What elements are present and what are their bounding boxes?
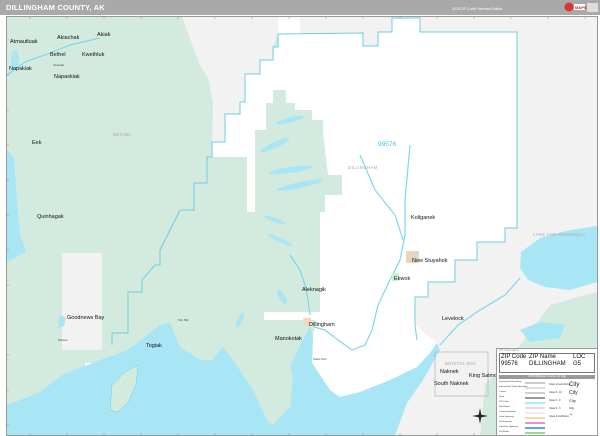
legend-item-label: County Highways: [499, 411, 517, 413]
legend-item-label: County: [499, 391, 506, 393]
city-label[interactable]: Naknek: [440, 369, 459, 375]
legend-class: Class 5 - 6 City: [549, 406, 574, 410]
city-label[interactable]: Bethel: [50, 52, 66, 58]
city-label[interactable]: New Stuyahok: [412, 258, 448, 264]
city-label[interactable]: Togiak: [146, 343, 162, 349]
city-label[interactable]: Koliganek: [411, 215, 435, 221]
legend-item: County: [499, 391, 547, 395]
legend-caption: ZIP Code Legend: [499, 349, 519, 352]
legend-swatch: [525, 402, 545, 404]
place-platinum: Platinum: [58, 339, 68, 342]
legend-class: Class 4 and Below City: [549, 414, 573, 418]
legend-swatch: [525, 432, 545, 434]
market-maps-logo: MAPS: [564, 2, 598, 12]
zip-name-cell: DILLINGHAM: [529, 360, 566, 367]
zip-label-99576[interactable]: 99576: [378, 141, 396, 148]
legend-item-label: ZIP Code: [499, 401, 509, 403]
legend-item: Rail Roads: [499, 406, 547, 410]
legend-swatch: [525, 382, 545, 384]
city-label[interactable]: Atmautluak: [10, 39, 38, 45]
legend-swatch: [525, 392, 545, 394]
legend-item: International Water Boundary: [499, 386, 547, 390]
legend-item: International Boundary: [499, 381, 547, 385]
legend-item-label: State Highways: [499, 416, 515, 418]
legend-item-label: International Boundary: [499, 381, 522, 383]
map-title: DILLINGHAM COUNTY, AK: [6, 3, 105, 12]
legend-class: Class 10 and Above City: [549, 382, 579, 388]
region-label-bethel: BETHEL: [113, 132, 132, 137]
city-label[interactable]: Napakiak: [9, 66, 32, 72]
legend-item-label: Toll Roads: [499, 431, 510, 433]
legend-item-label: Rail Roads: [499, 406, 510, 408]
city-label[interactable]: Levelock: [442, 316, 464, 322]
legend-class: Class 6 - 8 City: [549, 398, 576, 403]
legend-swatch: [525, 427, 545, 429]
legend-class-sample: City: [569, 414, 573, 416]
header-bar: DILLINGHAM COUNTY, AK 2025 ZIP Code Prem…: [0, 0, 600, 15]
legend-item: Interstate Highways: [499, 426, 547, 430]
city-label[interactable]: Eek: [32, 140, 42, 146]
legend-item-label: State: [499, 396, 505, 398]
legend-class-label: Class 10 and Above: [549, 383, 571, 386]
zip-table: ZIP Code ZIP Name LOC 99576 DILLINGHAM G…: [499, 353, 595, 373]
city-label[interactable]: Napaskiak: [54, 74, 80, 80]
city-label[interactable]: Aleknagik: [302, 287, 326, 293]
legend-item: ZIP Code: [499, 401, 547, 405]
place-twin-hills: Twin Hills: [178, 319, 189, 322]
legend-class: Class 8 - 10 City: [549, 390, 578, 396]
edition-label: 2025 ZIP Code Premium Edition: [452, 7, 503, 11]
logo-info-block: [587, 3, 598, 12]
zip-code-cell: 99576: [501, 360, 518, 367]
city-label[interactable]: Quinhagak: [37, 214, 64, 220]
legend-class-label: Class 6 - 8: [549, 399, 561, 402]
zip-loc-cell: G5: [573, 360, 582, 367]
legend-item-label: US Highways: [499, 421, 513, 423]
city-label[interactable]: Goodnews Bay: [67, 315, 105, 321]
city-label[interactable]: Manokotak: [275, 336, 302, 342]
legend-class-label: Class 4 and Below: [549, 415, 569, 418]
place-clarks-point: Clarks Point: [313, 358, 327, 361]
city-label[interactable]: Akiachak: [57, 35, 80, 41]
legend-swatch: [525, 407, 545, 409]
legend-class-sample: City: [569, 390, 578, 396]
legend-swatch: [525, 412, 545, 414]
legend-item: Toll Roads: [499, 431, 547, 435]
legend-item-label: International Water Boundary: [499, 386, 528, 388]
legend-swatch: [525, 397, 545, 399]
place-oscarville: Oscarville: [53, 64, 65, 67]
legend-class-sample: City: [569, 382, 580, 388]
region-label-lake-peninsula: LAKE AND PENINSULA: [533, 232, 585, 237]
legend-class-sample: City: [569, 398, 576, 403]
legend-swatch: [525, 387, 545, 389]
legend-item: State: [499, 396, 547, 400]
city-label[interactable]: South Naknek: [434, 381, 469, 387]
legend-class-label: Class 5 - 6: [549, 407, 561, 410]
logo-text: MAPS: [575, 5, 587, 10]
region-label-bristol-bay: BRISTOL BAY: [445, 361, 476, 366]
city-label[interactable]: Dillingham: [309, 322, 335, 328]
zip-table-row[interactable]: 99576 DILLINGHAM G5: [500, 361, 594, 368]
legend-class-label: Class 8 - 10: [549, 391, 562, 394]
city-label[interactable]: Kwethluk: [82, 52, 105, 58]
legend-item-label: Interstate Highways: [499, 426, 519, 428]
region-label-dillingham: DILLINGHAM: [348, 165, 378, 170]
city-label[interactable]: Ekwok: [394, 276, 410, 282]
legend-title: 2025 Dillingham County, AK Map: [499, 375, 595, 379]
legend-panel: ZIP Code Legend ZIP Code ZIP Name LOC 99…: [496, 348, 598, 436]
legend-class-sample: City: [569, 406, 575, 410]
legend-swatch: [525, 422, 545, 424]
legend-item: US Highways: [499, 421, 547, 425]
legend-item: State Highways: [499, 416, 547, 420]
legend-swatch: [525, 417, 545, 419]
gray-land-goodnews: [62, 253, 102, 350]
city-label[interactable]: Akiak: [97, 32, 111, 38]
logo-globe-icon: [564, 2, 574, 12]
legend-item: County Highways: [499, 411, 547, 415]
